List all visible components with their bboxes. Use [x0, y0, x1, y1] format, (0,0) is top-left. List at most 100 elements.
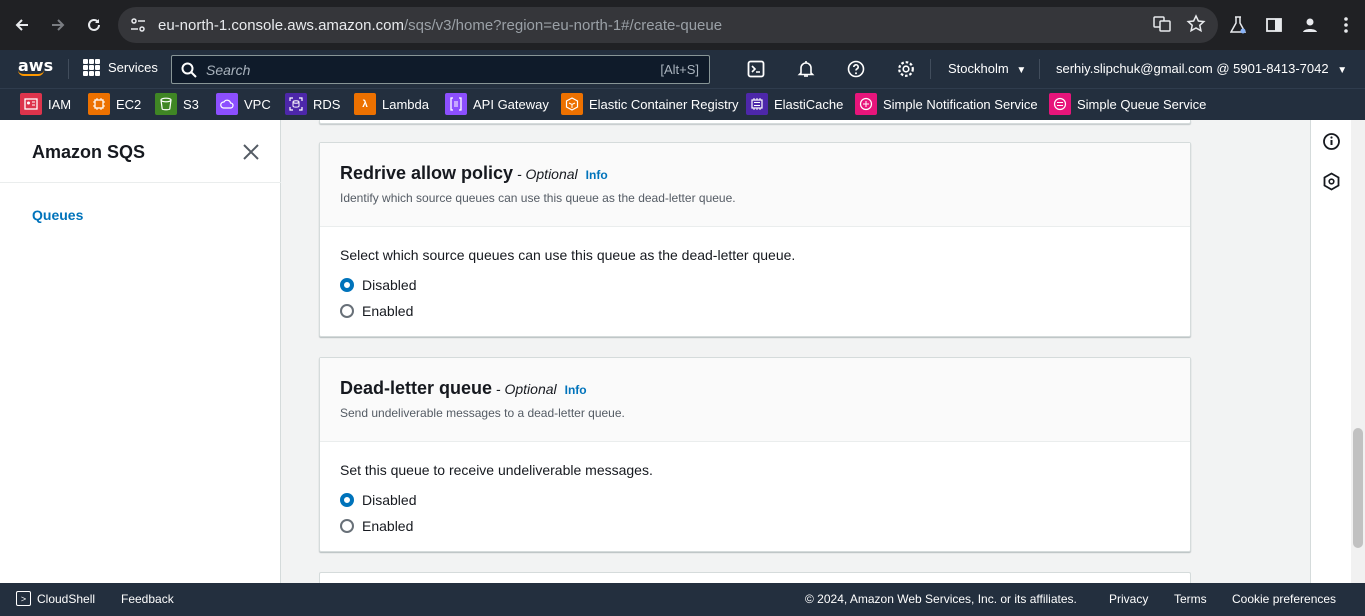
- favorite-label: RDS: [313, 96, 341, 112]
- favorite-label: EC2: [116, 96, 142, 112]
- radio-label: Enabled: [362, 518, 414, 534]
- services-grid-icon: [83, 59, 100, 76]
- translate-icon[interactable]: [1152, 14, 1172, 39]
- labs-flask-icon[interactable]: [1222, 9, 1254, 41]
- reload-icon[interactable]: [78, 9, 110, 41]
- close-sidebar-icon[interactable]: [240, 141, 262, 163]
- radio-group-label: Set this queue to receive undeliverable …: [340, 462, 653, 478]
- radio-group-label: Select which source queues can use this …: [340, 247, 796, 263]
- info-link[interactable]: Info: [565, 383, 587, 397]
- favorite-sqs[interactable]: Simple Queue Service: [1049, 93, 1206, 115]
- radio-selected-icon: [340, 278, 354, 292]
- iam-icon: [20, 93, 42, 115]
- favorite-label: ElastiCache: [774, 96, 844, 112]
- favorite-elasticache[interactable]: ElastiCache: [746, 93, 843, 115]
- radio-disabled[interactable]: Disabled: [340, 272, 1170, 298]
- terms-link[interactable]: Terms: [1174, 592, 1207, 606]
- optional-label: - Optional: [492, 381, 557, 397]
- caret-down-icon: ▼: [1016, 65, 1027, 76]
- optional-label: - Optional: [513, 166, 578, 182]
- favorite-s3[interactable]: S3: [155, 93, 199, 115]
- region-selector[interactable]: Stockholm ▼: [948, 61, 1026, 76]
- address-bar[interactable]: eu-north-1.console.aws.amazon.com/sqs/v3…: [118, 7, 1218, 43]
- search-input[interactable]: Search [Alt+S]: [171, 55, 710, 84]
- cloudshell-button[interactable]: > CloudShell: [16, 591, 95, 606]
- url-host: eu-north-1.console.aws.amazon.com: [158, 16, 404, 34]
- favorite-iam[interactable]: IAM: [20, 93, 71, 115]
- forward-icon[interactable]: [42, 9, 74, 41]
- menu-kebab-icon[interactable]: [1330, 9, 1362, 41]
- nav-divider: [1039, 59, 1040, 79]
- site-settings-icon[interactable]: [118, 18, 158, 32]
- radio-enabled[interactable]: Enabled: [340, 513, 1170, 539]
- panel-header: Redrive allow policy - Optional Info Iden…: [320, 143, 1190, 227]
- radio-label: Disabled: [362, 277, 417, 293]
- info-panel-icon[interactable]: [1322, 132, 1341, 151]
- favorite-label: API Gateway: [473, 96, 549, 112]
- nav-divider: [930, 59, 931, 79]
- services-label: Services: [108, 60, 158, 75]
- dead-letter-queue-panel: Dead-letter queue - Optional Info Send un…: [319, 357, 1191, 552]
- side-navigation: Amazon SQS Queues: [0, 120, 281, 583]
- scrollbar-thumb[interactable]: [1353, 428, 1363, 548]
- profile-icon[interactable]: [1294, 9, 1326, 41]
- elasticache-icon: [746, 93, 768, 115]
- favorite-ecr[interactable]: Elastic Container Registry: [561, 93, 739, 115]
- ec2-icon: [88, 93, 110, 115]
- notifications-bell-icon[interactable]: [796, 59, 816, 79]
- favorite-label: Simple Queue Service: [1077, 96, 1207, 112]
- panel-description: Send undeliverable messages to a dead-le…: [340, 406, 625, 420]
- search-icon: [172, 62, 206, 78]
- info-link[interactable]: Info: [586, 168, 608, 182]
- rds-database-icon: [285, 93, 307, 115]
- browser-toolbar: eu-north-1.console.aws.amazon.com/sqs/v3…: [0, 0, 1365, 50]
- favorite-rds[interactable]: RDS: [285, 93, 340, 115]
- account-menu[interactable]: serhiy.slipchuk@gmail.com @ 5901-8413-70…: [1056, 61, 1347, 76]
- favorite-sns[interactable]: Simple Notification Service: [855, 93, 1038, 115]
- sidebar-item-queues[interactable]: Queues: [32, 207, 83, 223]
- cookie-preferences-link[interactable]: Cookie preferences: [1232, 592, 1336, 606]
- panel-description: Identify which source queues can use thi…: [340, 191, 736, 205]
- favorite-vpc[interactable]: VPC: [216, 93, 271, 115]
- console-footer: > CloudShell Feedback © 2024, Amazon Web…: [0, 583, 1365, 616]
- radio-label: Enabled: [362, 303, 414, 319]
- sns-icon: [855, 93, 877, 115]
- radio-selected-icon: [340, 493, 354, 507]
- favorite-ec2[interactable]: EC2: [88, 93, 141, 115]
- favorite-lambda[interactable]: λ Lambda: [354, 93, 429, 115]
- back-icon[interactable]: [6, 9, 38, 41]
- radio-enabled[interactable]: Enabled: [340, 298, 1170, 324]
- bookmark-star-icon[interactable]: [1186, 14, 1206, 39]
- page-scrollbar[interactable]: [1351, 120, 1365, 583]
- s3-bucket-icon: [155, 93, 177, 115]
- utility-rail: [1310, 120, 1351, 583]
- panel-title: Redrive allow policy: [340, 163, 514, 183]
- redrive-allow-policy-panel: Redrive allow policy - Optional Info Iden…: [319, 142, 1191, 337]
- ecr-container-icon: [561, 93, 583, 115]
- feedback-link[interactable]: Feedback: [121, 592, 174, 606]
- sqs-icon: [1049, 93, 1071, 115]
- cloudshell-footer-icon: >: [16, 591, 31, 606]
- cloudshell-icon[interactable]: [746, 59, 766, 79]
- nav-divider: [68, 59, 69, 79]
- side-panel-icon[interactable]: [1258, 9, 1290, 41]
- privacy-link[interactable]: Privacy: [1109, 592, 1148, 606]
- favorite-label: VPC: [244, 96, 271, 112]
- hexagon-tool-icon[interactable]: [1322, 172, 1341, 191]
- copyright-text: © 2024, Amazon Web Services, Inc. or its…: [805, 592, 1077, 606]
- caret-down-icon: ▼: [1337, 65, 1348, 76]
- favorite-label: S3: [183, 96, 199, 112]
- help-icon[interactable]: [846, 59, 866, 79]
- settings-gear-icon[interactable]: [896, 59, 916, 79]
- aws-logo-text: aws: [18, 56, 54, 75]
- aws-logo[interactable]: aws: [18, 56, 53, 76]
- radio-unselected-icon: [340, 304, 354, 318]
- radio-disabled[interactable]: Disabled: [340, 487, 1170, 513]
- services-menu-button[interactable]: Services: [83, 59, 158, 76]
- api-gateway-icon: [445, 93, 467, 115]
- url-text: eu-north-1.console.aws.amazon.com/sqs/v3…: [158, 17, 722, 34]
- url-path: /sqs/v3/home?region=eu-north-1#/create-q…: [403, 16, 723, 34]
- sidebar-divider: [0, 182, 281, 183]
- favorite-api-gateway[interactable]: API Gateway: [445, 93, 549, 115]
- panel-header: Dead-letter queue - Optional Info Send un…: [320, 358, 1190, 442]
